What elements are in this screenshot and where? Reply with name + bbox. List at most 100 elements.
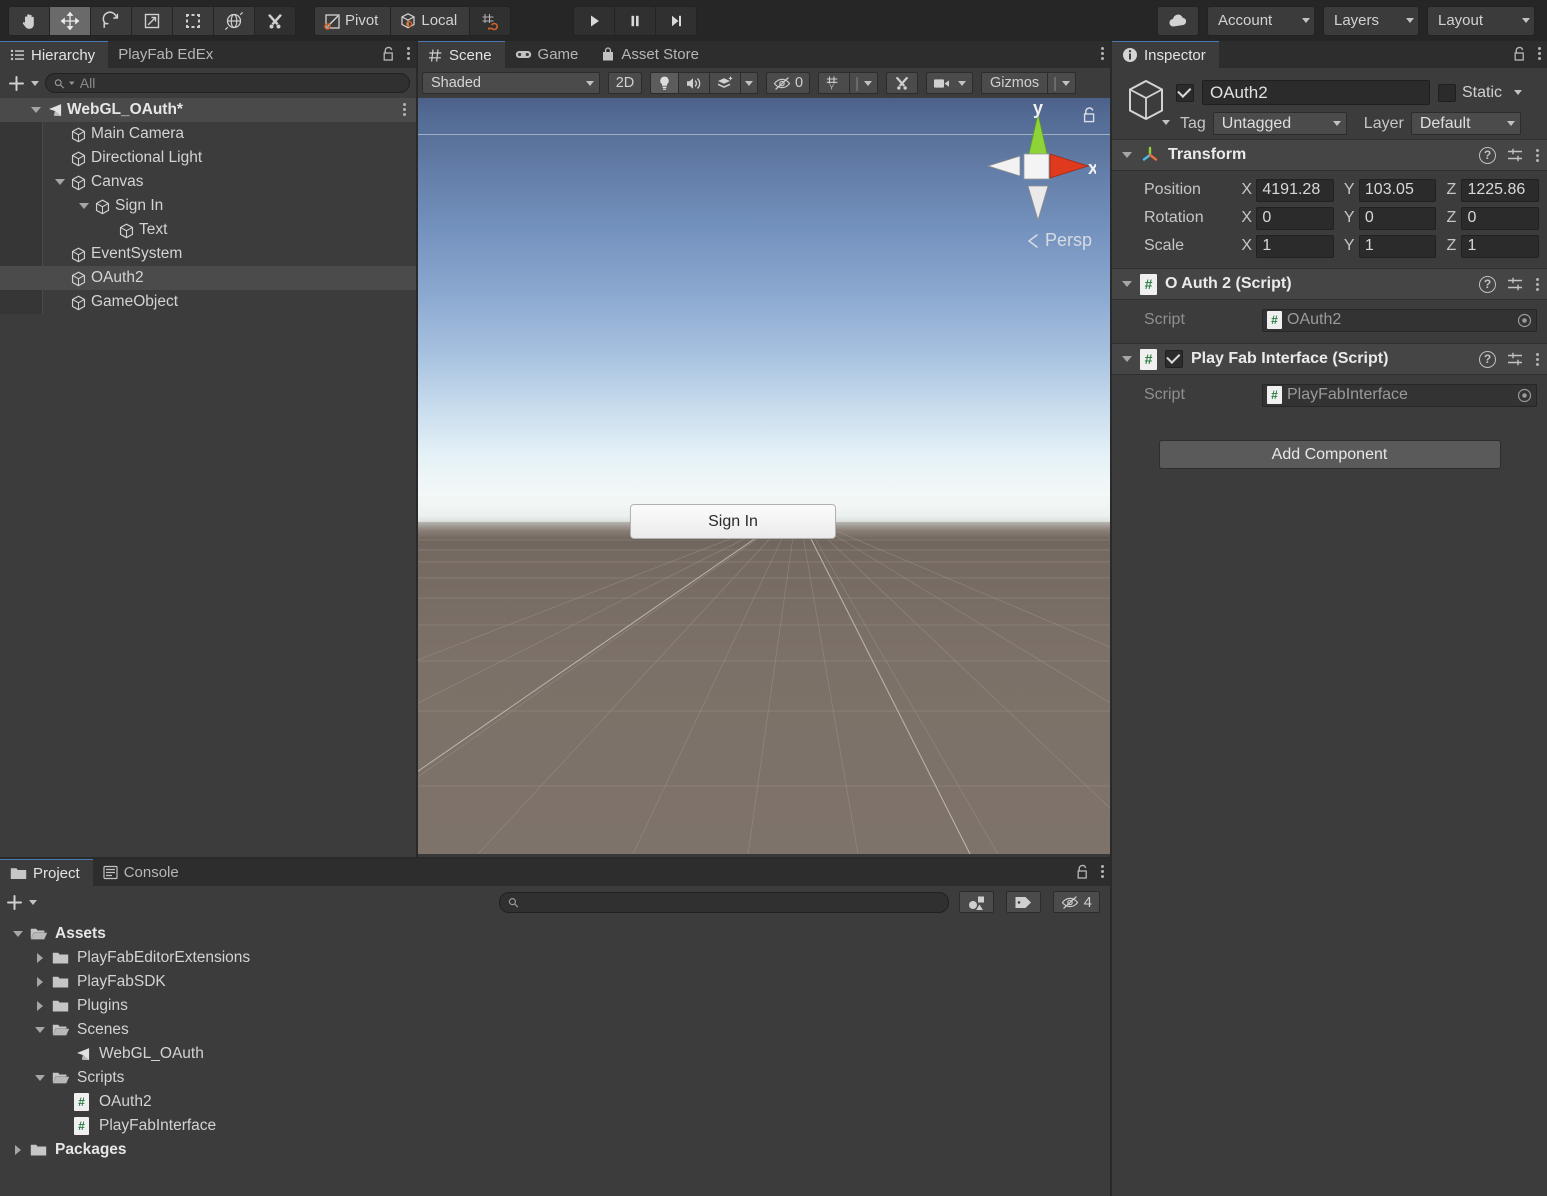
project-item-webgl-oauth[interactable]: WebGL_OAuth <box>0 1042 1110 1066</box>
component-menu-button[interactable] <box>1535 276 1539 293</box>
chevron-down-icon[interactable] <box>1122 356 1132 362</box>
pause-button[interactable] <box>614 6 656 36</box>
lock-icon[interactable] <box>1076 864 1090 880</box>
transform-scale-x-field[interactable]: 1 <box>1256 235 1334 258</box>
filter-by-type-button[interactable] <box>959 891 994 913</box>
transform-rotation-x-field[interactable]: 0 <box>1256 207 1334 230</box>
transform-tool-button[interactable] <box>213 6 255 36</box>
add-component-button[interactable]: Add Component <box>1159 440 1501 469</box>
project-item-oauth2[interactable]: #OAuth2 <box>0 1090 1110 1114</box>
scene-tools-button[interactable] <box>886 72 918 94</box>
scene-projection-indicator[interactable]: Persp <box>1026 230 1092 251</box>
pivot-toggle-button[interactable]: Pivot <box>314 6 391 36</box>
project-item-playfabeditorextensions[interactable]: PlayFabEditorExtensions <box>0 946 1110 970</box>
tab-playfab-edex[interactable]: PlayFab EdEx <box>108 41 226 68</box>
chevron-down-icon[interactable] <box>35 1075 45 1081</box>
preset-icon[interactable] <box>1507 147 1524 163</box>
hierarchy-item-text[interactable]: Text <box>0 218 416 242</box>
project-item-scenes[interactable]: Scenes <box>0 1018 1110 1042</box>
component-enabled-checkbox[interactable] <box>1165 350 1183 368</box>
chevron-down-icon[interactable] <box>1122 281 1132 287</box>
move-tool-button[interactable] <box>49 6 91 36</box>
scene-menu-button[interactable] <box>1100 45 1104 62</box>
layout-dropdown[interactable]: Layout <box>1427 6 1535 36</box>
project-item-playfabinterface[interactable]: #PlayFabInterface <box>0 1114 1110 1138</box>
hierarchy-item-canvas[interactable]: Canvas <box>0 170 416 194</box>
hierarchy-item-main-camera[interactable]: Main Camera <box>0 122 416 146</box>
project-item-plugins[interactable]: Plugins <box>0 994 1110 1018</box>
object-picker-icon[interactable] <box>1517 388 1532 403</box>
scene-row-menu-button[interactable] <box>402 101 406 118</box>
grid-snap-button[interactable] <box>469 6 511 36</box>
shading-mode-dropdown[interactable]: Shaded <box>422 72 600 94</box>
layers-dropdown[interactable]: Layers <box>1323 6 1419 36</box>
chevron-down-icon[interactable] <box>1162 120 1170 125</box>
transform-position-x-field[interactable]: 4191.28 <box>1256 179 1334 202</box>
transform-scale-y-field[interactable]: 1 <box>1359 235 1437 258</box>
transform-scale-z-field[interactable]: 1 <box>1461 235 1539 258</box>
scene-audio-button[interactable] <box>678 72 710 94</box>
project-search[interactable] <box>499 892 949 913</box>
hierarchy-scene-divider[interactable] <box>416 41 418 857</box>
scene-grid-dropdown[interactable]: | <box>849 72 878 94</box>
inspector-menu-button[interactable] <box>1537 45 1541 62</box>
hand-tool-button[interactable] <box>8 6 50 36</box>
project-item-assets[interactable]: Assets <box>0 922 1110 946</box>
transform-component-header[interactable]: Transform ? <box>1112 139 1547 171</box>
object-picker-icon[interactable] <box>1517 313 1532 328</box>
help-icon[interactable]: ? <box>1479 276 1496 293</box>
preset-icon[interactable] <box>1507 351 1524 367</box>
object-enabled-checkbox[interactable] <box>1176 84 1194 102</box>
chevron-down-icon[interactable] <box>35 1027 45 1033</box>
tree-twisty[interactable] <box>11 1145 25 1155</box>
hierarchy-search-input[interactable] <box>80 75 401 91</box>
2d-toggle-button[interactable]: 2D <box>608 72 642 94</box>
help-icon[interactable]: ? <box>1479 147 1496 164</box>
project-item-scripts[interactable]: Scripts <box>0 1066 1110 1090</box>
hierarchy-item-webgl-oauth[interactable]: WebGL_OAuth* <box>0 98 416 122</box>
chevron-right-icon[interactable] <box>37 953 43 963</box>
hierarchy-item-oauth2[interactable]: OAuth2 <box>0 266 416 290</box>
tree-twisty[interactable] <box>53 179 66 185</box>
layer-dropdown[interactable]: Default <box>1411 112 1521 135</box>
scene-fx-dropdown[interactable] <box>740 72 758 94</box>
scene-lighting-button[interactable] <box>650 72 679 94</box>
scene-camera-button[interactable] <box>926 72 973 94</box>
component-header-play-fab-interface-script[interactable]: #Play Fab Interface (Script)? <box>1112 343 1547 375</box>
cloud-button[interactable] <box>1157 6 1199 36</box>
scene-project-divider[interactable] <box>0 857 1110 859</box>
scene-inspector-divider[interactable] <box>1110 41 1112 1196</box>
tree-twisty[interactable] <box>33 1027 47 1033</box>
preset-icon[interactable] <box>1507 276 1524 292</box>
scene-fx-button[interactable] <box>709 72 741 94</box>
tree-twisty[interactable] <box>33 977 47 987</box>
chevron-down-icon[interactable] <box>1514 90 1522 95</box>
scene-sign-in-button[interactable]: Sign In <box>630 504 836 539</box>
project-search-input[interactable] <box>524 894 939 910</box>
hierarchy-search[interactable] <box>45 73 410 93</box>
tab-hierarchy[interactable]: Hierarchy <box>0 41 108 68</box>
create-object-button[interactable] <box>6 75 41 92</box>
static-toggle[interactable]: Static <box>1438 84 1522 102</box>
tab-game[interactable]: Game <box>505 41 592 68</box>
tag-dropdown[interactable]: Untagged <box>1213 112 1347 135</box>
transform-rotation-y-field[interactable]: 0 <box>1359 207 1437 230</box>
lock-icon[interactable] <box>382 46 396 62</box>
hierarchy-item-sign-in[interactable]: Sign In <box>0 194 416 218</box>
custom-tool-button[interactable] <box>254 6 296 36</box>
chevron-down-icon[interactable] <box>55 179 65 185</box>
tab-console[interactable]: Console <box>93 859 192 886</box>
static-checkbox[interactable] <box>1438 84 1456 102</box>
project-menu-button[interactable] <box>1100 863 1104 880</box>
tree-twisty[interactable] <box>29 107 42 113</box>
lock-icon[interactable] <box>1513 46 1527 62</box>
tab-asset-store[interactable]: Asset Store <box>591 41 712 68</box>
gizmos-button[interactable]: Gizmos <box>981 72 1048 94</box>
script-object-field[interactable]: #PlayFabInterface <box>1262 384 1537 407</box>
component-menu-button[interactable] <box>1535 351 1539 368</box>
scene-grid-button[interactable]: Y <box>818 72 850 94</box>
tab-scene[interactable]: Scene <box>418 41 505 68</box>
chevron-down-icon[interactable] <box>79 203 89 209</box>
chevron-down-icon[interactable] <box>31 107 41 113</box>
component-header-o-auth-2-script[interactable]: #O Auth 2 (Script)? <box>1112 268 1547 300</box>
